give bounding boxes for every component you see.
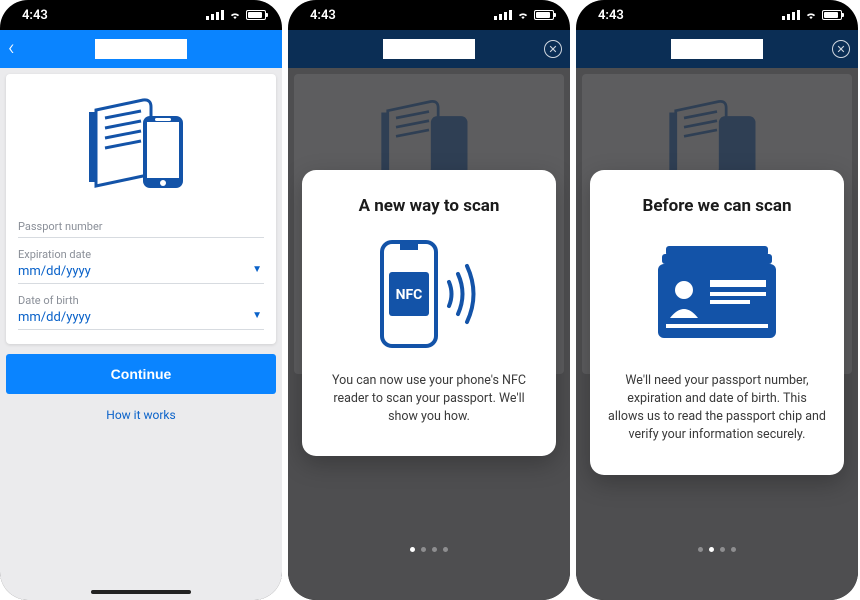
page-dot[interactable]	[731, 547, 736, 552]
status-indicators	[206, 10, 266, 20]
expiration-date-field[interactable]: Expiration date mm/dd/yyyy ▼	[18, 238, 264, 284]
continue-button[interactable]: Continue	[6, 354, 276, 394]
battery-icon	[822, 10, 842, 20]
page-indicator	[576, 547, 858, 552]
field-label: Expiration date	[18, 248, 264, 261]
home-indicator[interactable]	[91, 590, 191, 594]
screen-body: A new way to scan NFC You can	[288, 68, 570, 600]
status-time: 4:43	[22, 8, 48, 23]
field-label: Date of birth	[18, 294, 264, 307]
close-icon[interactable]: ✕	[832, 40, 850, 58]
app-bar: ✕	[288, 30, 570, 68]
form-card: Passport number Expiration date mm/dd/yy…	[6, 74, 276, 344]
wifi-icon	[228, 10, 242, 20]
back-icon[interactable]: ‹	[8, 38, 15, 60]
screen-body: Passport number Expiration date mm/dd/yy…	[0, 68, 282, 600]
screen-body: Before we can scan We'll need your	[576, 68, 858, 600]
status-bar: 4:43	[576, 0, 858, 30]
page-dot[interactable]	[698, 547, 703, 552]
signal-icon	[782, 10, 800, 20]
chevron-down-icon: ▼	[252, 310, 262, 321]
signal-icon	[206, 10, 224, 20]
how-it-works-link[interactable]: How it works	[6, 408, 276, 422]
page-dot[interactable]	[720, 547, 725, 552]
nfc-phone-icon: NFC	[320, 234, 538, 354]
app-title-redacted	[383, 39, 475, 59]
field-value: mm/dd/yyyy	[18, 264, 264, 279]
page-indicator	[288, 547, 570, 552]
app-title-redacted	[95, 39, 187, 59]
modal-title: Before we can scan	[608, 196, 826, 216]
app-title-redacted	[671, 39, 763, 59]
phone-screen-before-scan: 4:43 ✕ Before	[576, 0, 858, 600]
close-icon[interactable]: ✕	[544, 40, 562, 58]
page-dot[interactable]	[410, 547, 415, 552]
modal-body: You can now use your phone's NFC reader …	[320, 372, 538, 426]
passport-number-field[interactable]: Passport number	[18, 210, 264, 238]
field-value: mm/dd/yyyy	[18, 310, 264, 325]
status-indicators	[782, 10, 842, 20]
app-bar: ✕	[576, 30, 858, 68]
status-indicators	[494, 10, 554, 20]
onboarding-modal: Before we can scan We'll need your	[590, 170, 844, 475]
status-time: 4:43	[598, 8, 624, 23]
dob-field[interactable]: Date of birth mm/dd/yyyy ▼	[18, 284, 264, 330]
phone-screen-form: 4:43 ‹	[0, 0, 282, 600]
id-card-icon	[608, 234, 826, 354]
modal-body: We'll need your passport number, expirat…	[608, 372, 826, 445]
wifi-icon	[516, 10, 530, 20]
status-time: 4:43	[310, 8, 336, 23]
battery-icon	[534, 10, 554, 20]
status-bar: 4:43	[0, 0, 282, 30]
battery-icon	[246, 10, 266, 20]
wifi-icon	[804, 10, 818, 20]
modal-title: A new way to scan	[320, 196, 538, 216]
page-dot[interactable]	[421, 547, 426, 552]
svg-text:NFC: NFC	[396, 287, 423, 303]
field-label: Passport number	[18, 220, 264, 233]
page-dot[interactable]	[432, 547, 437, 552]
signal-icon	[494, 10, 512, 20]
passport-phone-icon	[18, 88, 264, 210]
status-bar: 4:43	[288, 0, 570, 30]
phone-screen-nfc-intro: 4:43 ✕ A new	[288, 0, 570, 600]
page-dot[interactable]	[709, 547, 714, 552]
onboarding-modal: A new way to scan NFC You can	[302, 170, 556, 456]
chevron-down-icon: ▼	[252, 264, 262, 275]
app-bar: ‹	[0, 30, 282, 68]
page-dot[interactable]	[443, 547, 448, 552]
